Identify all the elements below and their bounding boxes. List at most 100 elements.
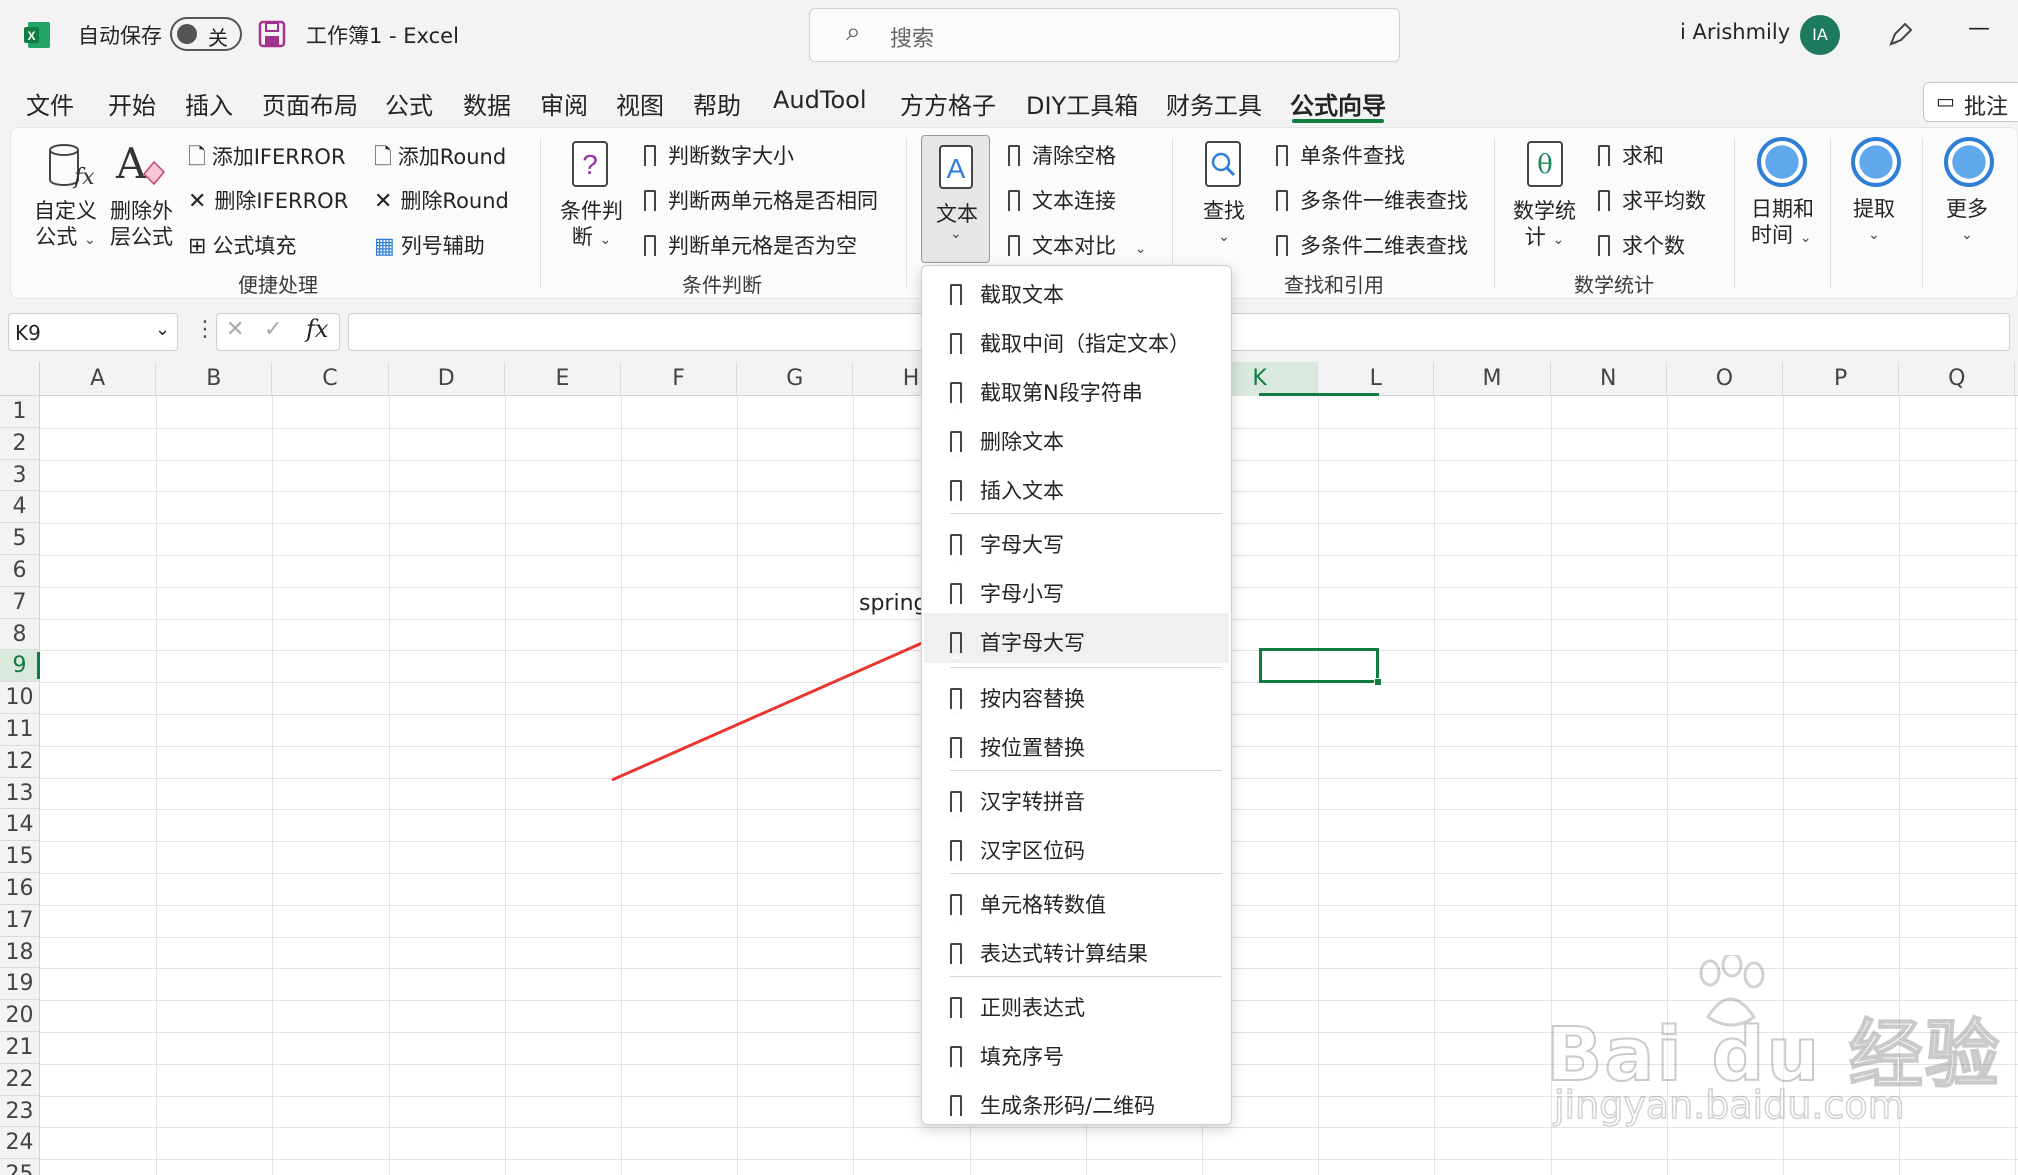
dropdown-item-area-code[interactable]: 汉字区位码 bbox=[924, 828, 1229, 874]
row-header[interactable]: 18 bbox=[0, 936, 40, 969]
add-iferror-button[interactable]: 🗋 添加IFERROR bbox=[188, 140, 346, 178]
dropdown-item-substring[interactable]: 截取文本 bbox=[924, 272, 1229, 318]
column-header[interactable]: P bbox=[1783, 362, 1900, 396]
row-header[interactable]: 24 bbox=[0, 1127, 40, 1160]
column-header[interactable]: Q bbox=[1899, 362, 2016, 396]
row-header[interactable]: 23 bbox=[0, 1095, 40, 1128]
row-header[interactable]: 17 bbox=[0, 904, 40, 937]
menu-file[interactable]: 文件 bbox=[26, 86, 74, 121]
math-stats-button[interactable]: 数学统 计 ⌄ bbox=[1513, 198, 1576, 253]
dropdown-item-lowercase[interactable]: 字母小写 bbox=[924, 571, 1229, 617]
cancel-icon[interactable]: ✕ bbox=[226, 317, 244, 342]
menu-finance[interactable]: 财务工具 bbox=[1166, 86, 1262, 121]
col-assist-button[interactable]: ▦ 列号辅助 bbox=[374, 230, 485, 260]
clear-space-item[interactable]: 清除空格 bbox=[1008, 140, 1116, 172]
name-box[interactable]: K9 ⌄ bbox=[8, 313, 178, 351]
minimize-button[interactable]: — bbox=[1968, 16, 1990, 41]
count-item[interactable]: 求个数 bbox=[1598, 230, 1685, 262]
dropdown-item-fill-serial[interactable]: 填充序号 bbox=[924, 1034, 1229, 1080]
dropdown-item-substring-middle[interactable]: 截取中间（指定文本） bbox=[924, 321, 1229, 367]
menu-page-layout[interactable]: 页面布局 bbox=[262, 86, 358, 121]
dropdown-item-evaluate[interactable]: 表达式转计算结果 bbox=[924, 931, 1229, 977]
cond-judge-button[interactable]: 条件判 断 ⌄ bbox=[560, 198, 623, 253]
judge-size-item[interactable]: 判断数字大小 bbox=[644, 140, 794, 172]
row-header[interactable]: 13 bbox=[0, 777, 40, 810]
selected-cell-k9[interactable] bbox=[1259, 648, 1382, 686]
row-header[interactable]: 21 bbox=[0, 1032, 40, 1064]
multi-1d-item[interactable]: 多条件一维表查找 bbox=[1276, 185, 1468, 217]
dropdown-item-to-number[interactable]: 单元格转数值 bbox=[924, 882, 1229, 928]
dropdown-item-replace-content[interactable]: 按内容替换 bbox=[924, 676, 1229, 722]
dropdown-item-replace-position[interactable]: 按位置替换 bbox=[924, 725, 1229, 771]
row-header[interactable]: 25 bbox=[0, 1159, 40, 1175]
row-header[interactable]: 19 bbox=[0, 968, 40, 1001]
row-header[interactable]: 3 bbox=[0, 459, 40, 492]
remove-round-button[interactable]: ✕ 删除Round bbox=[374, 185, 509, 215]
row-header[interactable]: 12 bbox=[0, 745, 40, 778]
remove-outer-button[interactable]: 删除外 层公式 bbox=[110, 198, 173, 250]
row-header[interactable]: 10 bbox=[0, 682, 40, 714]
menu-diy[interactable]: DIY工具箱 bbox=[1026, 86, 1138, 121]
column-header[interactable]: G bbox=[737, 362, 854, 396]
menu-view[interactable]: 视图 bbox=[616, 86, 664, 121]
datetime-button[interactable]: 日期和 时间 ⌄ bbox=[1751, 196, 1814, 251]
comment-button[interactable]: ▭ 批注 bbox=[1923, 82, 2018, 122]
column-header[interactable]: L bbox=[1318, 362, 1435, 396]
dropdown-item-capitalize[interactable]: 首字母大写 bbox=[924, 620, 1229, 666]
menu-home[interactable]: 开始 bbox=[108, 86, 156, 121]
menu-audtool[interactable]: AudTool bbox=[773, 86, 866, 114]
multi-2d-item[interactable]: 多条件二维表查找 bbox=[1276, 230, 1468, 262]
fx-icon[interactable]: fx bbox=[306, 315, 328, 343]
average-item[interactable]: 求平均数 bbox=[1598, 185, 1706, 217]
more-options-icon[interactable]: ⋮ bbox=[194, 317, 216, 342]
menu-help[interactable]: 帮助 bbox=[693, 86, 741, 121]
row-header[interactable]: 8 bbox=[0, 618, 40, 651]
remove-iferror-button[interactable]: ✕ 删除IFERROR bbox=[188, 185, 348, 215]
more-button[interactable]: 更多 ⌄ bbox=[1946, 196, 1988, 248]
menu-formula-wizard[interactable]: 公式向导 bbox=[1290, 86, 1386, 121]
dropdown-item-insert-text[interactable]: 插入文本 bbox=[924, 468, 1229, 514]
judge-empty-item[interactable]: 判断单元格是否为空 bbox=[644, 230, 857, 262]
add-round-button[interactable]: 🗋 添加Round bbox=[374, 140, 506, 178]
text-button[interactable]: A 文本 ⌄ bbox=[921, 135, 990, 263]
dropdown-item-nth-segment[interactable]: 截取第N段字符串 bbox=[924, 370, 1229, 416]
row-header[interactable]: 9 bbox=[0, 650, 40, 683]
avatar[interactable]: IA bbox=[1800, 15, 1840, 55]
menu-formulas[interactable]: 公式 bbox=[385, 86, 433, 121]
confirm-icon[interactable]: ✓ bbox=[264, 317, 282, 342]
column-header[interactable]: B bbox=[156, 362, 273, 396]
column-header[interactable]: O bbox=[1667, 362, 1783, 396]
extract-button[interactable]: 提取 ⌄ bbox=[1853, 196, 1895, 248]
dropdown-item-uppercase[interactable]: 字母大写 bbox=[924, 522, 1229, 568]
column-header[interactable]: E bbox=[505, 362, 621, 396]
row-header[interactable]: 1 bbox=[0, 396, 40, 428]
row-header[interactable]: 6 bbox=[0, 555, 40, 587]
text-concat-item[interactable]: 文本连接 bbox=[1008, 185, 1116, 217]
single-lookup-item[interactable]: 单条件查找 bbox=[1276, 140, 1405, 172]
column-header[interactable]: F bbox=[621, 362, 738, 396]
save-icon[interactable] bbox=[258, 20, 286, 48]
dropdown-item-pinyin[interactable]: 汉字转拼音 bbox=[924, 779, 1229, 825]
row-header[interactable]: 15 bbox=[0, 841, 40, 873]
dropdown-item-barcode[interactable]: 生成条形码/二维码 bbox=[924, 1083, 1229, 1129]
formula-fill-button[interactable]: ⊞ 公式填充 bbox=[188, 230, 296, 260]
row-header[interactable]: 2 bbox=[0, 427, 40, 460]
row-header[interactable]: 16 bbox=[0, 873, 40, 905]
custom-formula-button[interactable]: 自定义 公式 ⌄ bbox=[34, 198, 97, 253]
column-header[interactable]: M bbox=[1434, 362, 1551, 396]
column-header[interactable]: D bbox=[389, 362, 505, 396]
column-header[interactable]: N bbox=[1551, 362, 1667, 396]
text-compare-item[interactable]: 文本对比 ⌄ bbox=[1008, 230, 1146, 262]
judge-same-item[interactable]: 判断两单元格是否相同 bbox=[644, 185, 878, 217]
menu-fangfang[interactable]: 方方格子 bbox=[900, 86, 996, 121]
autosave-toggle[interactable]: 关 bbox=[170, 17, 242, 51]
dropdown-item-regex[interactable]: 正则表达式 bbox=[924, 985, 1229, 1031]
row-header[interactable]: 11 bbox=[0, 714, 40, 746]
row-header[interactable]: 22 bbox=[0, 1063, 40, 1096]
dropdown-item-delete-text[interactable]: 删除文本 bbox=[924, 419, 1229, 465]
row-header[interactable]: 20 bbox=[0, 1000, 40, 1032]
sum-item[interactable]: 求和 bbox=[1598, 140, 1664, 172]
pen-icon[interactable] bbox=[1885, 18, 1917, 50]
lookup-button[interactable]: 查找 ⌄ bbox=[1203, 198, 1245, 250]
column-header[interactable]: C bbox=[272, 362, 389, 396]
